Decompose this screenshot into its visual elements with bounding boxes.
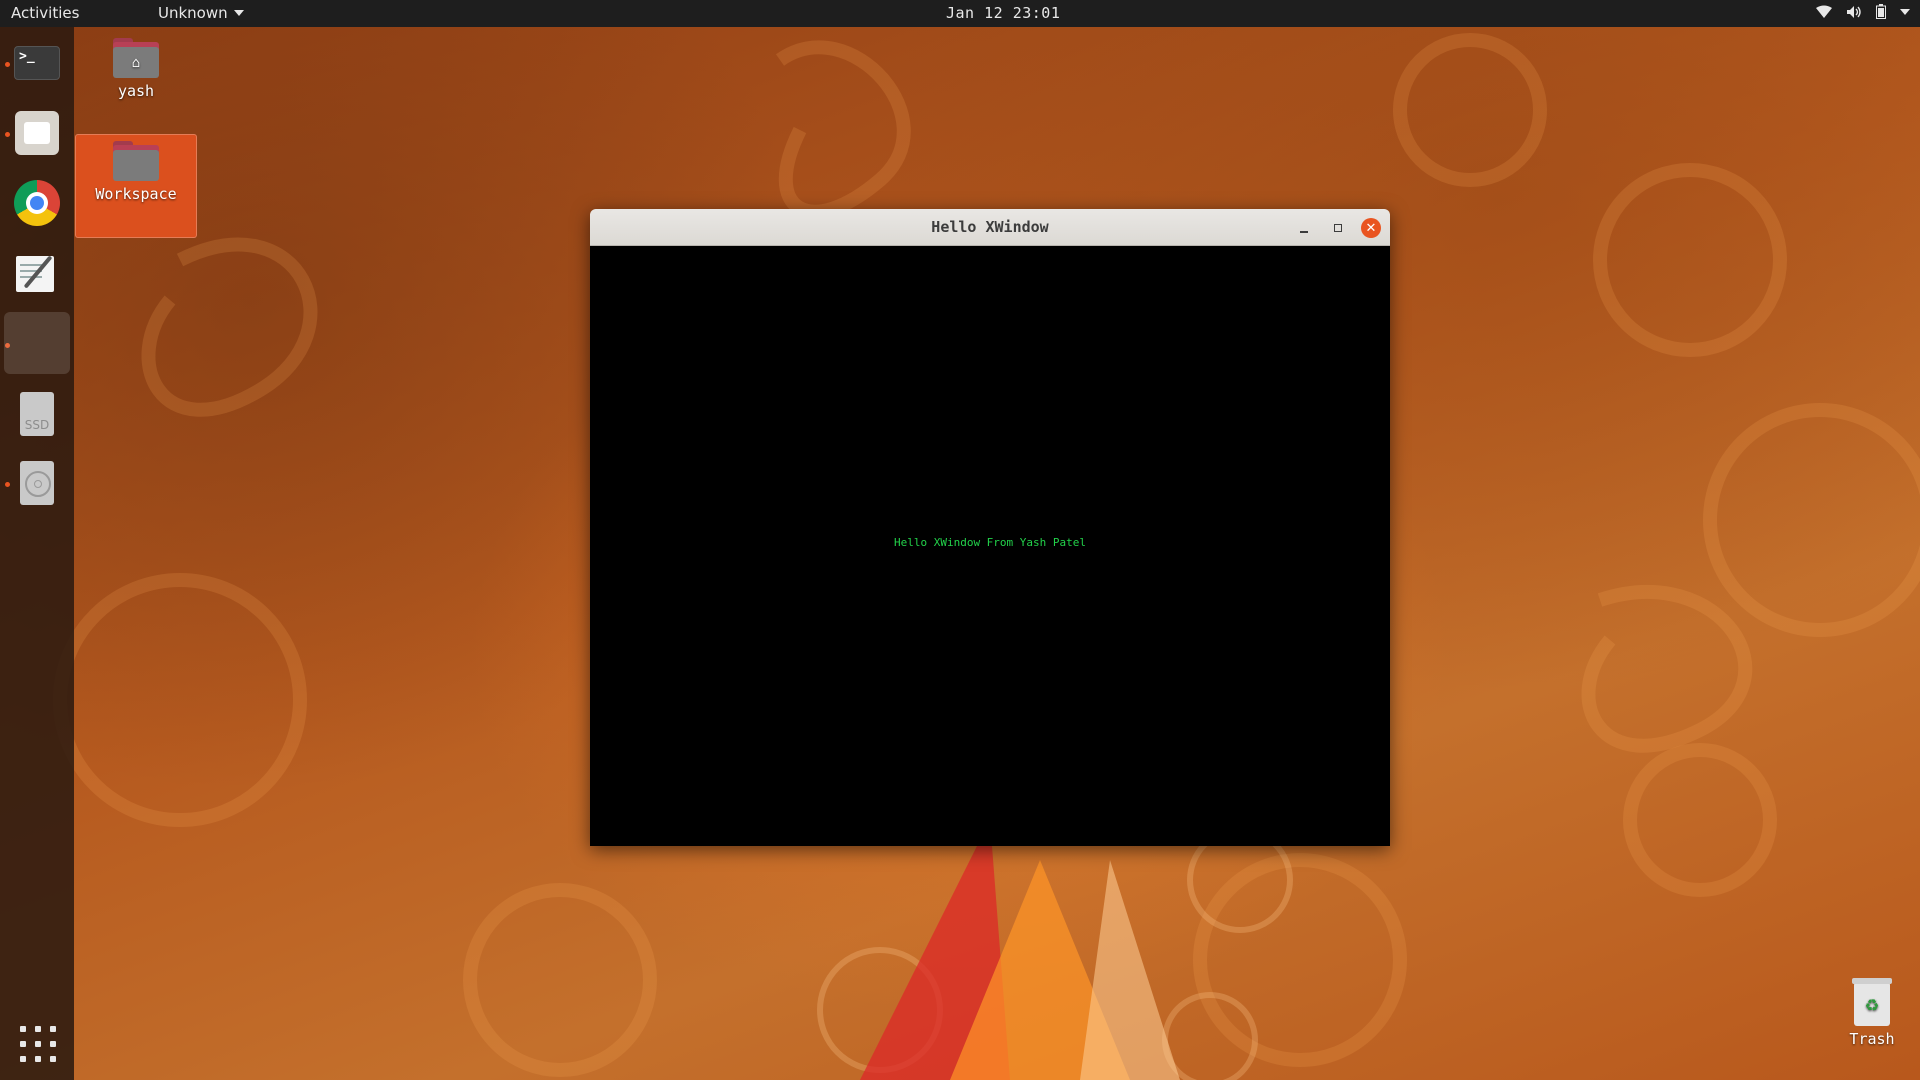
dock-item-terminal[interactable]: >_: [4, 32, 70, 94]
desktop-icon-workspace[interactable]: Workspace: [75, 134, 197, 238]
dock-item-text-editor[interactable]: [4, 242, 70, 304]
dock-item-files[interactable]: [4, 102, 70, 164]
desktop-icon-home[interactable]: ⌂ yash: [75, 32, 197, 100]
files-icon: [15, 111, 59, 155]
maximize-icon: [1334, 224, 1342, 232]
volume-icon: [1847, 5, 1861, 18]
app-menu[interactable]: Unknown: [158, 4, 244, 22]
dock-item-chrome[interactable]: [4, 172, 70, 234]
clock[interactable]: Jan 12 23:01: [946, 4, 1060, 22]
system-menu-arrow-icon: [1900, 8, 1910, 15]
folder-icon: [113, 141, 159, 181]
hello-xwindow-window: Hello XWindow ✕ Hello XWindow From Yash …: [590, 209, 1390, 846]
window-titlebar[interactable]: Hello XWindow ✕: [590, 209, 1390, 246]
text-editor-icon: [14, 252, 60, 294]
window-client-area[interactable]: Hello XWindow From Yash Patel: [590, 246, 1390, 846]
chevron-down-icon: [233, 10, 244, 16]
maximize-button[interactable]: [1328, 218, 1348, 238]
home-folder-icon: ⌂: [113, 38, 159, 78]
system-status-area[interactable]: [1816, 4, 1910, 19]
hello-message: Hello XWindow From Yash Patel: [893, 536, 1087, 549]
top-bar: Activities Unknown Jan 12 23:01: [0, 0, 1920, 27]
window-title: Hello XWindow: [931, 218, 1049, 236]
dock-item-x-window-app[interactable]: [4, 312, 70, 374]
minimize-icon: [1300, 231, 1308, 233]
ssd-drive-icon: SSD: [20, 392, 54, 436]
chrome-icon: [14, 180, 60, 226]
wifi-icon: [1816, 5, 1832, 18]
activities-button[interactable]: Activities: [11, 4, 79, 22]
dock-item-ssd-drive[interactable]: SSD: [4, 383, 70, 445]
optical-disc-icon: [20, 461, 54, 505]
battery-icon: [1876, 4, 1886, 19]
desktop-icon-label: Workspace: [95, 185, 177, 203]
app-grid-icon[interactable]: [20, 1026, 56, 1062]
desktop-icon-label: yash: [117, 82, 155, 100]
trash-icon: ♻: [1852, 978, 1892, 1026]
desktop-icon-trash[interactable]: ♻ Trash: [1832, 978, 1912, 1048]
minimize-button[interactable]: [1294, 218, 1314, 238]
dock-item-optical-disc[interactable]: [4, 452, 70, 514]
dock: >_ SSD: [0, 27, 74, 1080]
trash-label: Trash: [1849, 1030, 1895, 1048]
app-menu-label: Unknown: [158, 4, 228, 22]
close-button[interactable]: ✕: [1361, 218, 1381, 238]
terminal-icon: >_: [14, 46, 60, 80]
close-icon: ✕: [1365, 220, 1377, 236]
